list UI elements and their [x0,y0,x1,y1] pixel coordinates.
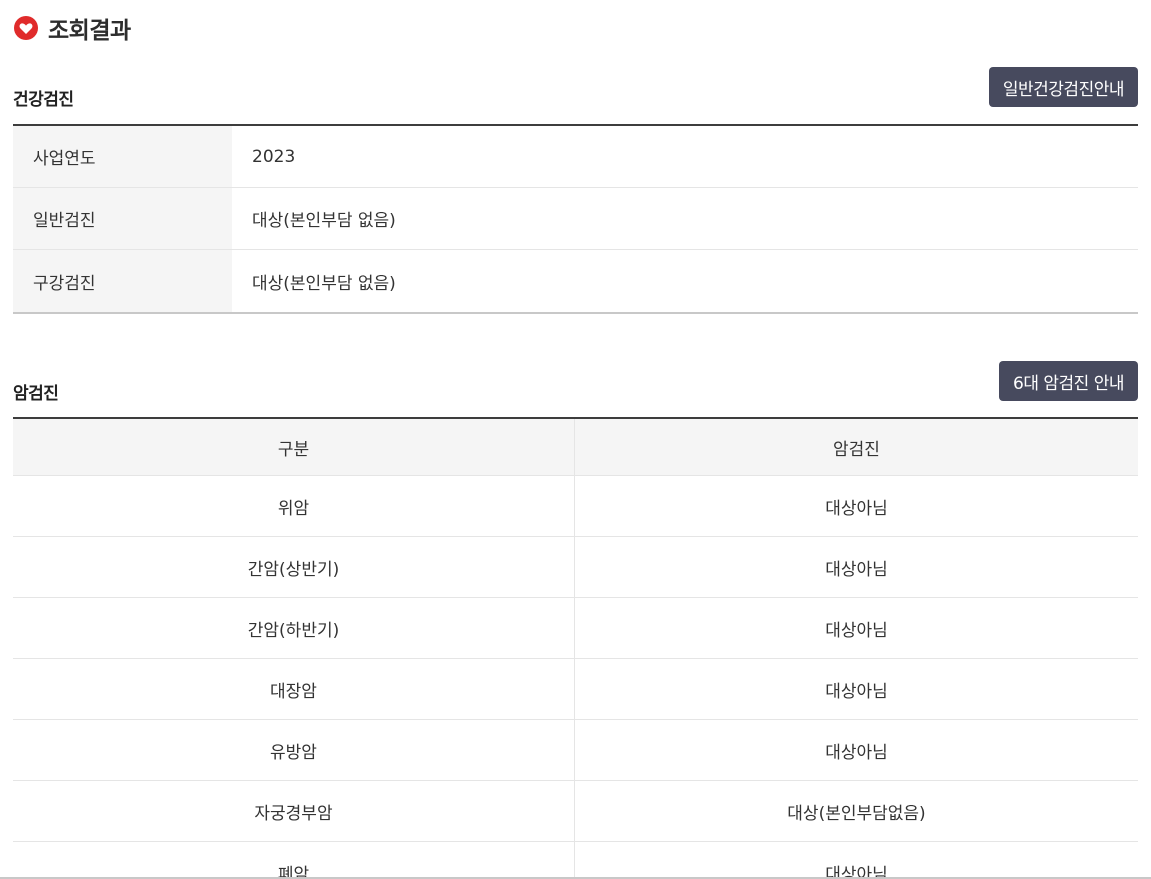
row-value: 2023 [252,146,296,167]
cancer-type-cell: 간암(하반기) [13,598,575,658]
cancer-status-cell: 대상아님 [825,559,888,580]
row-label: 사업연도 [13,126,232,187]
table-row: 사업연도 2023 [13,126,1138,188]
table-header-row: 구분 암검진 [13,419,1138,476]
row-value: 대상(본인부담 없음) [252,273,396,294]
cancer-status-cell: 대상아님 [825,742,888,763]
cancer-type-cell: 위암 [13,476,575,536]
cancer-type-cell: 자궁경부암 [13,781,575,841]
health-check-section-title: 건강검진 [13,90,74,110]
table-row: 폐암 대상아님 [13,842,1138,879]
column-header-type: 구분 [13,419,575,475]
result-page: 조회결과 건강검진 일반건강검진안내 사업연도 2023 일반검진 대상(본인부… [0,0,1151,879]
cancer-status-cell: 대상아님 [825,620,888,641]
cancer-check-guide-button[interactable]: 6대 암검진 안내 [999,361,1138,401]
table-row: 구강검진 대상(본인부담 없음) [13,250,1138,312]
cancer-status-cell: 대상(본인부담없음) [787,803,926,824]
table-row: 자궁경부암 대상(본인부담없음) [13,781,1138,842]
general-health-check-guide-button[interactable]: 일반건강검진안내 [988,67,1138,107]
row-label: 구강검진 [13,250,232,312]
row-value: 대상(본인부담 없음) [252,211,396,231]
cancer-check-section-title: 암검진 [13,384,59,404]
table-row: 위암 대상아님 [13,476,1138,537]
cancer-status-cell: 대상아님 [825,498,888,519]
table-row: 유방암 대상아님 [13,720,1138,781]
cancer-status-cell: 대상아님 [825,864,888,879]
page-title: 조회결과 [48,18,131,44]
table-row: 대장암 대상아님 [13,659,1138,720]
cancer-type-cell: 간암(상반기) [13,537,575,597]
page-header: 조회결과 [13,10,131,46]
cancer-type-cell: 폐암 [13,842,575,879]
cancer-status-cell: 대상아님 [825,681,888,702]
table-row: 일반검진 대상(본인부담 없음) [13,188,1138,250]
column-header-status: 암검진 [833,439,880,460]
heart-icon [13,15,39,41]
table-row: 간암(하반기) 대상아님 [13,598,1138,659]
health-check-table: 사업연도 2023 일반검진 대상(본인부담 없음) 구강검진 대상(본인부담 … [13,124,1138,314]
row-label: 일반검진 [13,188,232,249]
table-row: 간암(상반기) 대상아님 [13,537,1138,598]
cancer-check-table: 구분 암검진 위암 대상아님 간암(상반기) 대상아님 간암(하반기) 대상아님… [13,417,1138,879]
cancer-type-cell: 대장암 [13,659,575,719]
cancer-type-cell: 유방암 [13,720,575,780]
